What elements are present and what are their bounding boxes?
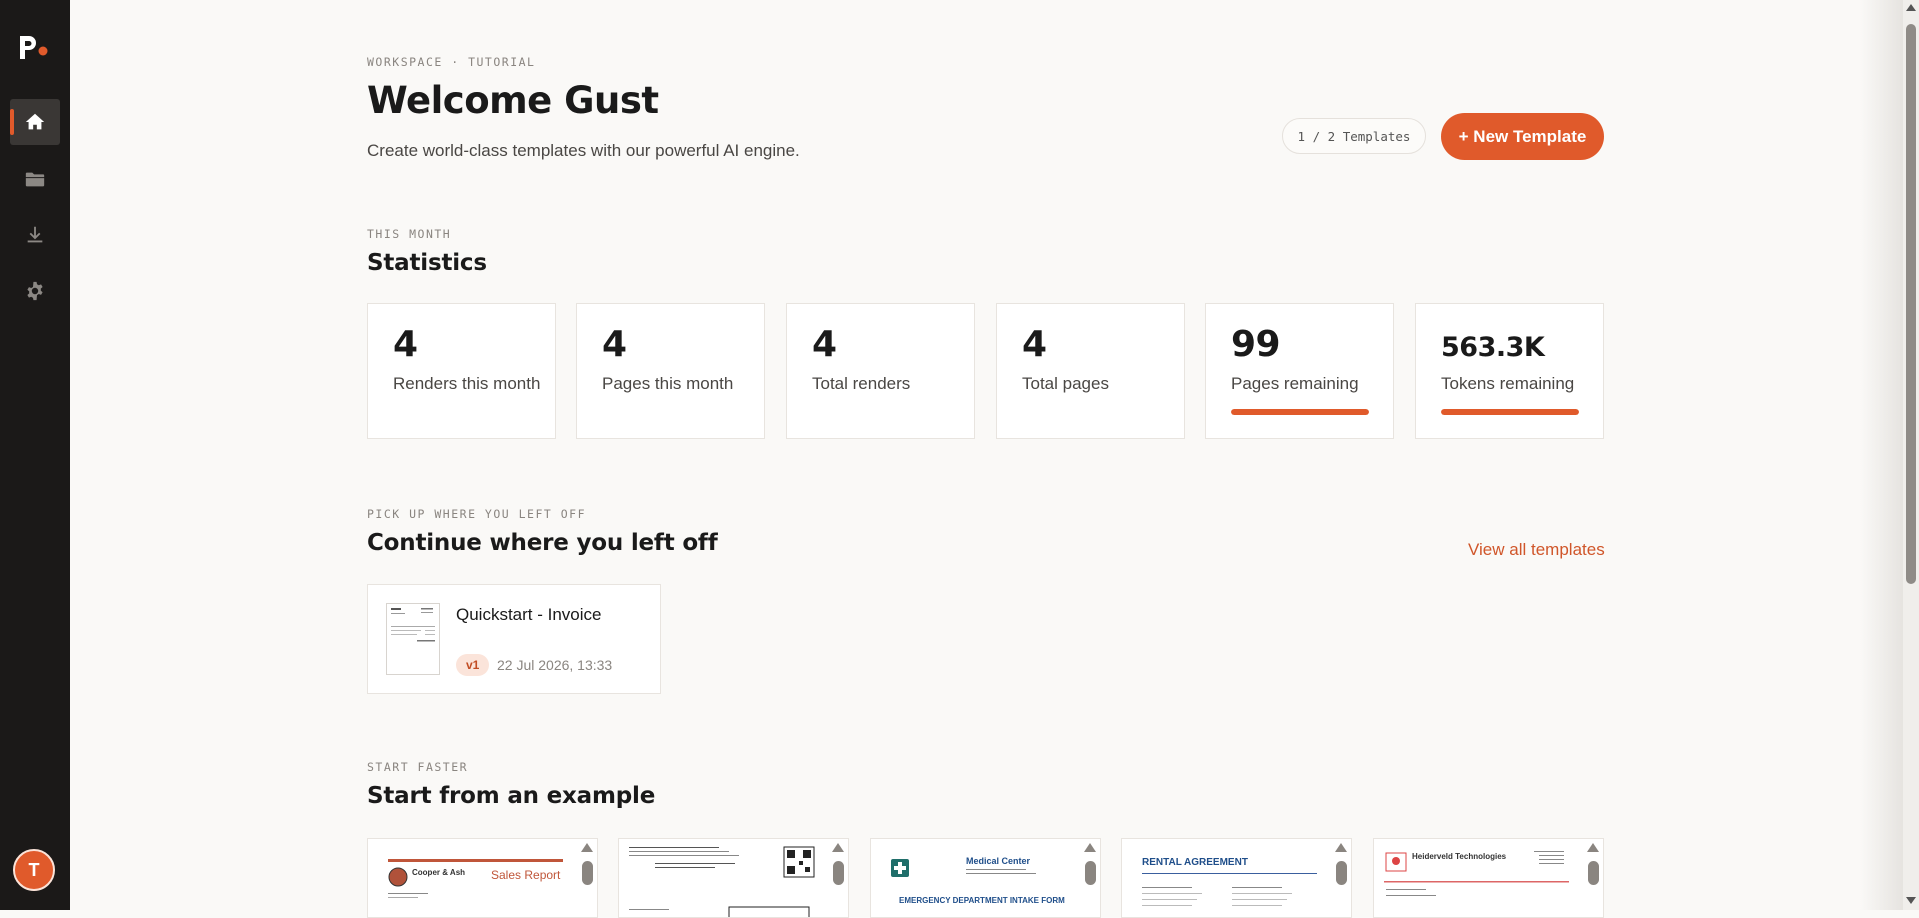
stat-card-total-renders: 4 Total renders [786,303,975,439]
sidebar-item-templates[interactable] [10,156,60,202]
example-scroll-up[interactable] [1084,843,1096,852]
stat-card-total-pages: 4 Total pages [996,303,1185,439]
sidebar: T [0,0,70,910]
example-scrollbar[interactable] [1085,861,1096,885]
scroll-down-arrow[interactable] [1906,897,1916,904]
continue-eyebrow: PICK UP WHERE YOU LEFT OFF [367,507,587,521]
example-scrollbar[interactable] [582,861,593,885]
version-badge: v1 [456,654,490,676]
example-company: Cooper & Ash [412,868,466,877]
user-avatar[interactable]: T [13,849,55,891]
example-company: Heiderveld Technologies [1412,852,1507,861]
stat-card-renders-month: 4 Renders this month [367,303,556,439]
example-scrollbar[interactable] [1336,861,1347,885]
stat-value: 4 [1022,324,1047,365]
stat-card-pages-remaining: 99 Pages remaining [1205,303,1394,439]
example-scroll-up[interactable] [581,843,593,852]
template-thumbnail [386,603,440,675]
templates-count-badge: 1 / 2 Templates [1282,118,1426,154]
app-logo[interactable] [17,32,53,62]
stat-label: Pages remaining [1231,374,1359,393]
example-scroll-up[interactable] [1587,843,1599,852]
stat-label: Total renders [812,374,911,393]
examples-eyebrow: START FASTER [367,760,469,774]
view-all-templates-link[interactable]: View all templates [1468,540,1605,560]
template-date: 22 Jul 2026, 13:33 [497,657,613,673]
folder-icon [25,172,45,187]
example-scroll-up[interactable] [1335,843,1347,852]
sidebar-item-settings[interactable] [10,268,60,314]
stats-title: Statistics [367,250,487,276]
example-title: RENTAL AGREEMENT [1142,857,1248,868]
sidebar-item-home[interactable] [10,99,60,145]
example-card-intake-form[interactable]: Medical Center EMERGENCY DEPARTMENT INTA… [870,838,1101,918]
example-card-ticket[interactable] [618,838,849,918]
stat-label: Renders this month [393,374,541,393]
example-title: Sales Report [491,868,561,882]
stat-label: Tokens remaining [1441,374,1575,393]
stats-eyebrow: THIS MONTH [367,227,452,241]
example-card-sales-report[interactable]: Cooper & Ash Sales Report [367,838,598,918]
page-subtitle: Create world-class templates with our po… [367,141,800,160]
stat-label: Total pages [1022,374,1109,393]
example-card-rental-agreement[interactable]: RENTAL AGREEMENT [1121,838,1352,918]
progress-fill [1231,409,1369,415]
breadcrumb: WORKSPACE · TUTORIAL [367,55,536,69]
stat-value: 563.3K [1441,332,1545,363]
example-title: EMERGENCY DEPARTMENT INTAKE FORM [899,896,1065,905]
page-title: Welcome Gust [367,79,659,122]
stat-value: 4 [812,324,837,365]
continue-title: Continue where you left off [367,530,718,556]
new-template-button[interactable]: + New Template [1441,113,1604,160]
scrollbar-thumb[interactable] [1906,24,1916,584]
example-company: Medical Center [966,856,1031,866]
progress-fill [1441,409,1579,415]
stat-label: Pages this month [602,374,734,393]
stat-card-pages-month: 4 Pages this month [576,303,765,439]
examples-title: Start from an example [367,783,656,809]
stat-value: 4 [393,324,418,365]
gear-icon [27,281,43,301]
home-icon [25,113,45,130]
download-icon [27,226,43,243]
example-scrollbar[interactable] [833,861,844,885]
example-scroll-up[interactable] [832,843,844,852]
stat-value: 99 [1231,324,1281,365]
edge-shadow [1860,0,1903,910]
progress-bar [1441,409,1579,415]
scroll-up-arrow[interactable] [1906,4,1916,11]
example-card-invoice-heiderveld[interactable]: Heiderveld Technologies [1373,838,1604,918]
example-scrollbar[interactable] [1588,861,1599,885]
stat-value: 4 [602,324,627,365]
progress-bar [1231,409,1369,415]
stat-card-tokens-remaining: 563.3K Tokens remaining [1415,303,1604,439]
recent-template-card[interactable]: Quickstart - Invoice v1 22 Jul 2026, 13:… [367,584,661,694]
template-title: Quickstart - Invoice [456,605,602,624]
sidebar-item-downloads[interactable] [10,212,60,258]
window-scrollbar[interactable] [1903,0,1919,910]
